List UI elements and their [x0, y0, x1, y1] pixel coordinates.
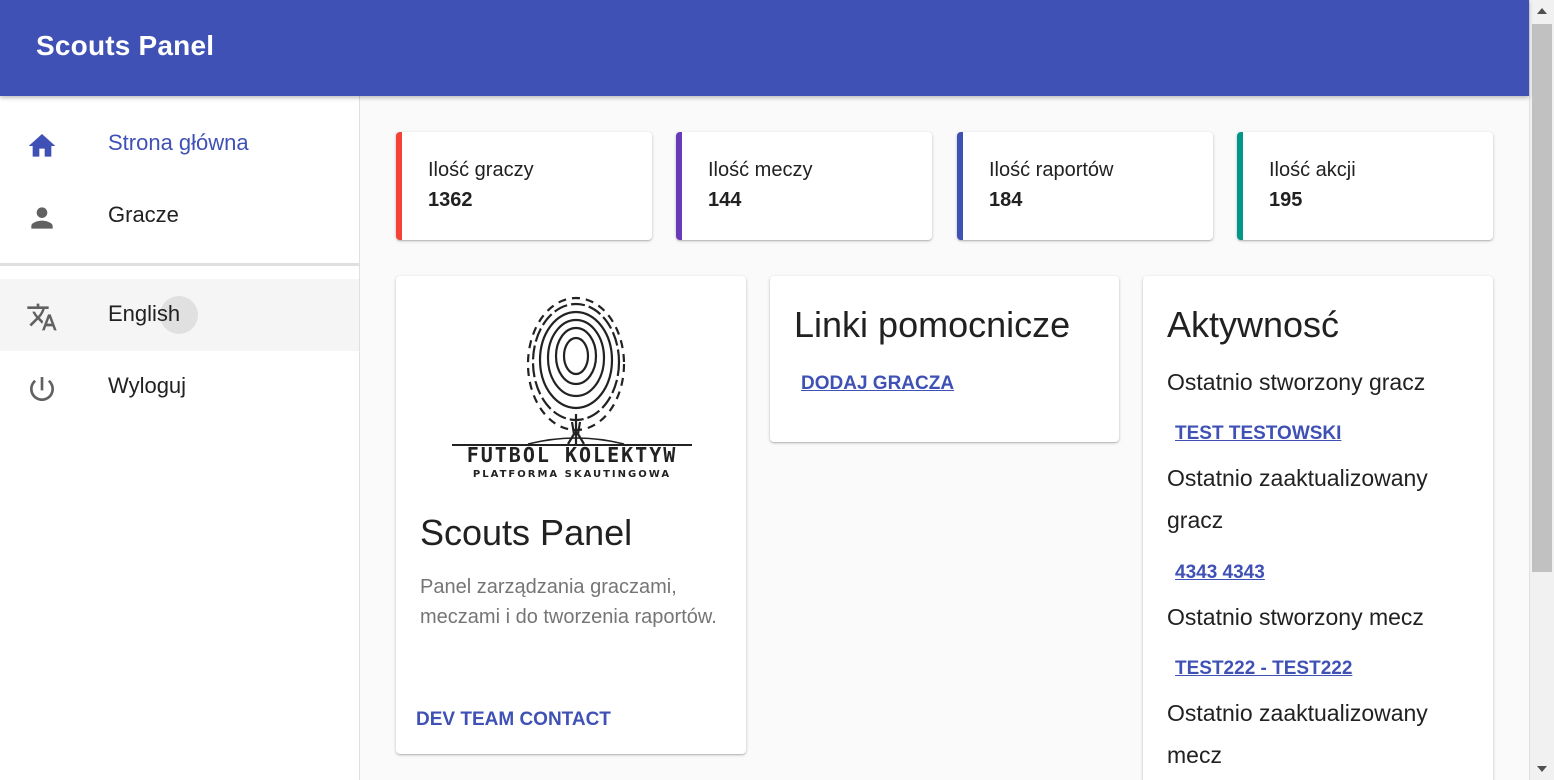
- dev-team-contact-button[interactable]: DEV TEAM CONTACT: [416, 709, 611, 731]
- sidebar: Strona główna Gracze English Wyloguj: [0, 96, 360, 780]
- last-updated-player-label-line2: gracz: [1167, 507, 1224, 533]
- stat-value: 195: [1269, 189, 1303, 211]
- last-updated-match-label-line2: mecz: [1167, 742, 1222, 768]
- stat-card-players: Ilość graczy 1362: [396, 132, 652, 240]
- logo-subtext: PLATFORMA SKAUTINGOWA: [473, 469, 671, 480]
- stat-card-actions: Ilość akcji 195: [1237, 132, 1493, 240]
- sidebar-item-label: Strona główna: [108, 130, 249, 155]
- stat-label: Ilość raportów: [989, 159, 1114, 181]
- about-title: Scouts Panel: [420, 512, 633, 553]
- stat-label: Ilość graczy: [428, 159, 534, 181]
- stat-label: Ilość akcji: [1269, 159, 1356, 181]
- last-created-player-label: Ostatnio stworzony gracz: [1167, 369, 1426, 395]
- logo-text: FUTBOL KOLEKTYW: [467, 443, 678, 467]
- helper-links-title: Linki pomocnicze: [794, 304, 1071, 345]
- sidebar-divider: [0, 263, 359, 266]
- last-created-match-link[interactable]: TEST222 - TEST222: [1175, 658, 1352, 680]
- stat-value: 1362: [428, 189, 473, 211]
- stat-card-matches: Ilość meczy 144: [676, 132, 932, 240]
- translate-icon: [27, 303, 57, 331]
- about-card: FUTBOL KOLEKTYW PLATFORMA SKAUTINGOWA Sc…: [396, 276, 746, 754]
- add-player-link[interactable]: DODAJ GRACZA: [801, 373, 954, 395]
- person-icon: [31, 207, 53, 229]
- last-created-player-link[interactable]: TEST TESTOWSKI: [1175, 423, 1341, 445]
- activity-title: Aktywnosć: [1167, 304, 1340, 345]
- app-title: Scouts Panel: [36, 30, 215, 61]
- scroll-up-arrow-icon[interactable]: [1537, 8, 1547, 14]
- last-updated-player-label: Ostatnio zaaktualizowany: [1167, 465, 1428, 491]
- page-scrollbar[interactable]: [1529, 0, 1554, 780]
- scroll-thumb[interactable]: [1532, 24, 1552, 572]
- sidebar-item-label: Wyloguj: [108, 373, 187, 398]
- sidebar-item-logout[interactable]: Wyloguj: [0, 351, 359, 423]
- home-icon: [28, 134, 56, 157]
- last-updated-player-link[interactable]: 4343 4343: [1175, 562, 1265, 584]
- stat-value: 184: [989, 189, 1023, 211]
- sidebar-item-language[interactable]: English: [0, 279, 359, 351]
- last-updated-match-label: Ostatnio zaaktualizowany: [1167, 700, 1428, 726]
- activity-card: Aktywnosć Ostatnio stworzony gracz TEST …: [1143, 276, 1493, 780]
- sidebar-item-home[interactable]: Strona główna: [0, 108, 359, 180]
- about-description: Panel zarządzania graczami, meczami i do…: [420, 576, 717, 628]
- power-icon: [30, 377, 54, 401]
- stat-label: Ilość meczy: [708, 159, 813, 181]
- app-bar: Scouts Panel: [0, 0, 1529, 96]
- helper-links-card: Linki pomocnicze DODAJ GRACZA: [770, 276, 1119, 442]
- sidebar-item-players[interactable]: Gracze: [0, 180, 359, 252]
- stat-card-reports: Ilość raportów 184: [957, 132, 1213, 240]
- fingerprint-logo: FUTBOL KOLEKTYW PLATFORMA SKAUTINGOWA: [452, 296, 692, 480]
- sidebar-item-label: Gracze: [108, 202, 179, 227]
- scroll-down-arrow-icon[interactable]: [1537, 766, 1547, 772]
- last-created-match-label: Ostatnio stworzony mecz: [1167, 604, 1424, 630]
- sidebar-item-label: English: [108, 301, 181, 326]
- stat-value: 144: [708, 189, 742, 211]
